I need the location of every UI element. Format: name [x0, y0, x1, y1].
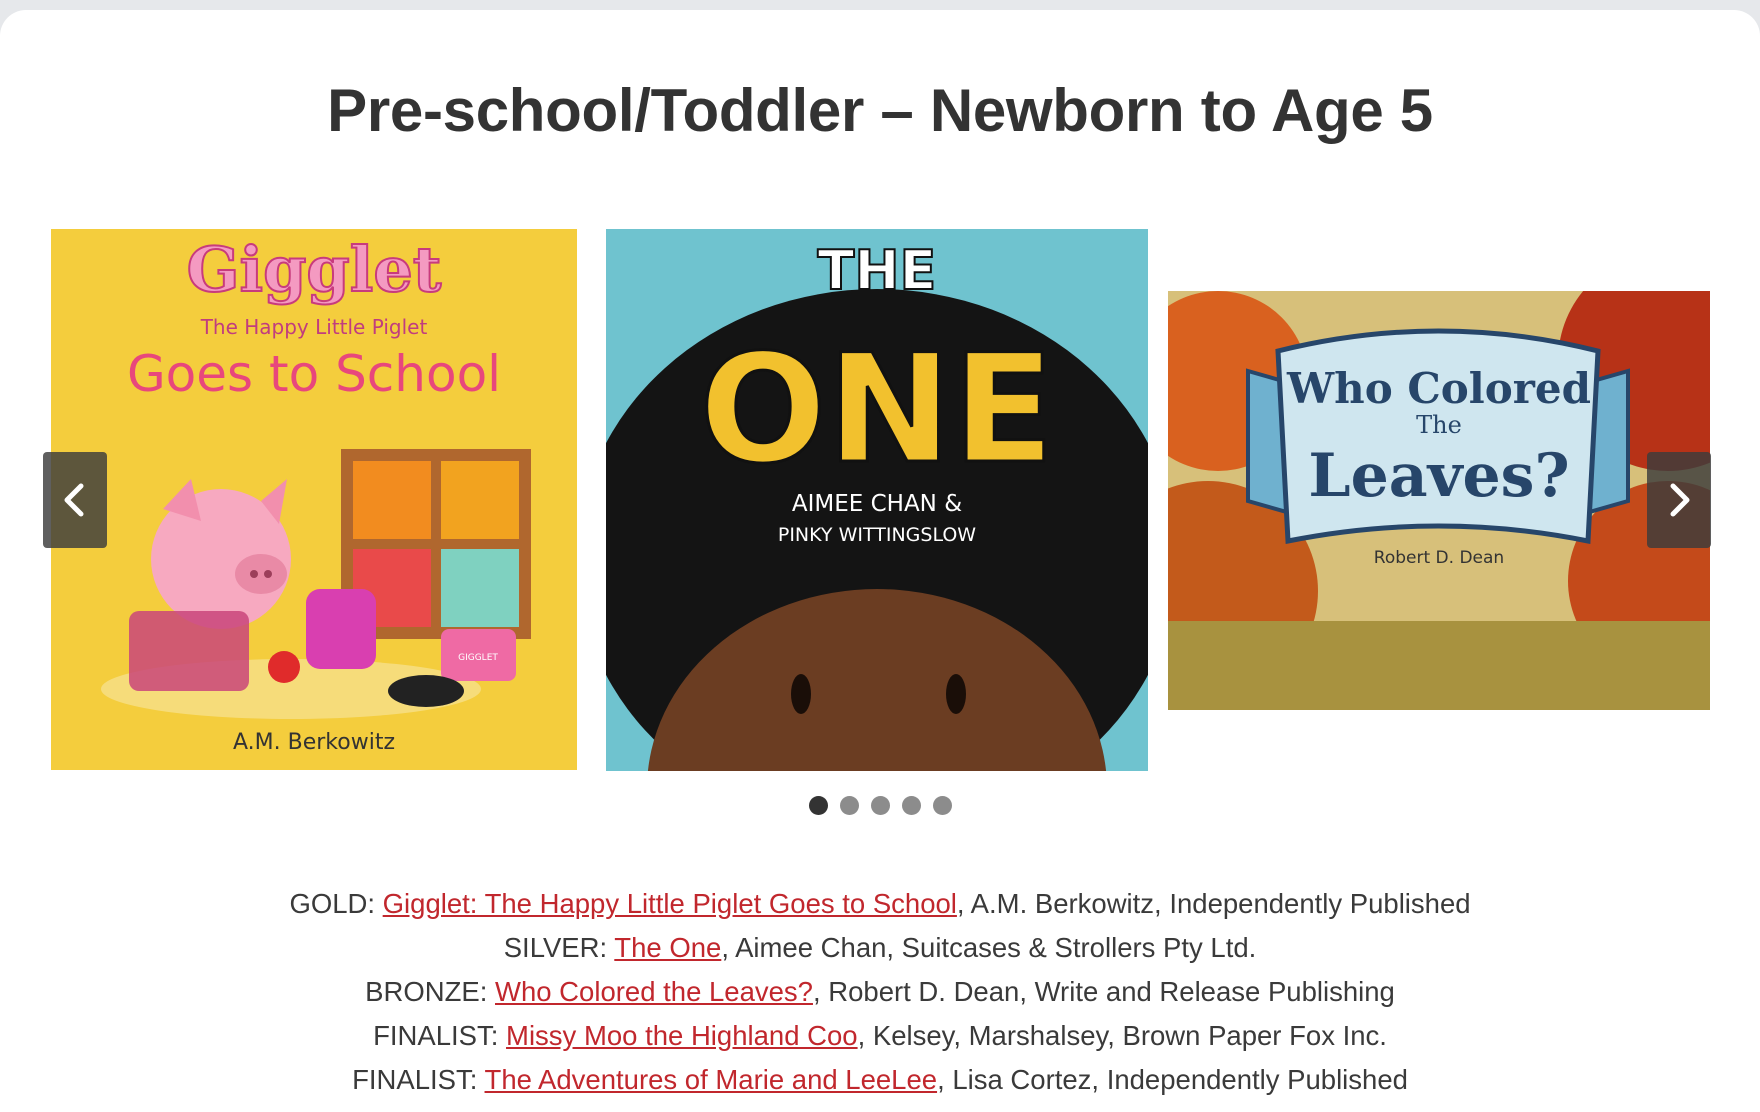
book-link-gigglet[interactable]: Gigglet: The Happy Little Piglet Goes to… — [383, 888, 957, 919]
cover1-title-line2: The Happy Little Piglet — [200, 315, 428, 339]
winner-line-finalist-2: FINALIST: The Adventures of Marie and Le… — [0, 1058, 1760, 1102]
book-link-who-colored-the-leaves[interactable]: Who Colored the Leaves? — [495, 976, 813, 1007]
chevron-left-icon — [64, 483, 84, 517]
cover1-bag-label: GIGGLET — [458, 653, 498, 663]
award-details: , A.M. Berkowitz, Independently Publishe… — [956, 888, 1471, 919]
book-cover-who-colored-the-leaves[interactable]: Who Colored The Leaves? Robert D. Dean — [1168, 291, 1710, 710]
the-one-cover-art: THE ONE AIMEE CHAN & PINKY WITTINGSLOW — [606, 229, 1148, 771]
cover2-title-line2: ONE — [699, 323, 1055, 497]
gigglet-cover-art: Gigglet The Happy Little Piglet Goes to … — [51, 229, 577, 770]
award-details: , Robert D. Dean, Write and Release Publ… — [812, 976, 1395, 1007]
award-label: GOLD: — [289, 888, 383, 919]
cover1-title-line3: Goes to School — [127, 345, 501, 403]
leaves-cover-art: Who Colored The Leaves? Robert D. Dean — [1168, 291, 1710, 710]
cover3-title-line1: Who Colored — [1286, 364, 1591, 413]
winner-line-silver: SILVER: The One, Aimee Chan, Suitcases &… — [0, 926, 1760, 970]
winners-list: GOLD: Gigglet: The Happy Little Piglet G… — [0, 882, 1760, 1102]
cover3-title-line3: Leaves? — [1308, 441, 1569, 511]
cover2-author-line1: AIMEE CHAN & — [792, 491, 962, 517]
award-label: FINALIST: — [352, 1064, 485, 1095]
winner-line-bronze: BRONZE: Who Colored the Leaves?, Robert … — [0, 970, 1760, 1014]
award-details: , Kelsey, Marshalsey, Brown Paper Fox In… — [857, 1020, 1387, 1051]
book-link-the-one[interactable]: The One — [614, 932, 721, 963]
cover3-title-line2: The — [1416, 411, 1462, 439]
cover3-author: Robert D. Dean — [1374, 548, 1504, 568]
cover2-title-line1: THE — [818, 239, 937, 302]
chevron-right-icon — [1670, 483, 1690, 517]
award-label: BRONZE: — [365, 976, 495, 1007]
page-title: Pre-school/Toddler – Newborn to Age 5 — [327, 77, 1433, 144]
carousel-prev-button[interactable] — [43, 452, 107, 548]
carousel-next-button[interactable] — [1647, 452, 1711, 548]
carousel-dot-1[interactable] — [808, 796, 828, 815]
cover2-author-line2: PINKY WITTINGSLOW — [778, 524, 976, 546]
carousel-dot-2[interactable] — [839, 796, 859, 815]
book-link-marie-and-leelee[interactable]: The Adventures of Marie and LeeLee — [485, 1064, 938, 1095]
book-cover-the-one[interactable]: THE ONE AIMEE CHAN & PINKY WITTINGSLOW — [606, 229, 1148, 771]
carousel-dot-4[interactable] — [901, 796, 921, 815]
book-link-missy-moo[interactable]: Missy Moo the Highland Coo — [506, 1020, 858, 1051]
content-card: Pre-school/Toddler – Newborn to Age 5 Gi… — [0, 10, 1760, 1112]
award-details: , Lisa Cortez, Independently Published — [937, 1064, 1408, 1095]
carousel-dots — [0, 796, 1760, 816]
carousel-dot-5[interactable] — [932, 796, 952, 815]
winner-line-gold: GOLD: Gigglet: The Happy Little Piglet G… — [0, 882, 1760, 926]
award-label: SILVER: — [503, 932, 615, 963]
cover1-title-line1: Gigglet — [187, 233, 442, 306]
award-details: , Aimee Chan, Suitcases & Strollers Pty … — [721, 932, 1257, 963]
cover1-author: A.M. Berkowitz — [233, 730, 395, 755]
winner-line-finalist-1: FINALIST: Missy Moo the Highland Coo, Ke… — [0, 1014, 1760, 1058]
carousel-dot-3[interactable] — [870, 796, 890, 815]
award-label: FINALIST: — [373, 1020, 507, 1051]
book-cover-gigglet[interactable]: Gigglet The Happy Little Piglet Goes to … — [51, 229, 577, 770]
